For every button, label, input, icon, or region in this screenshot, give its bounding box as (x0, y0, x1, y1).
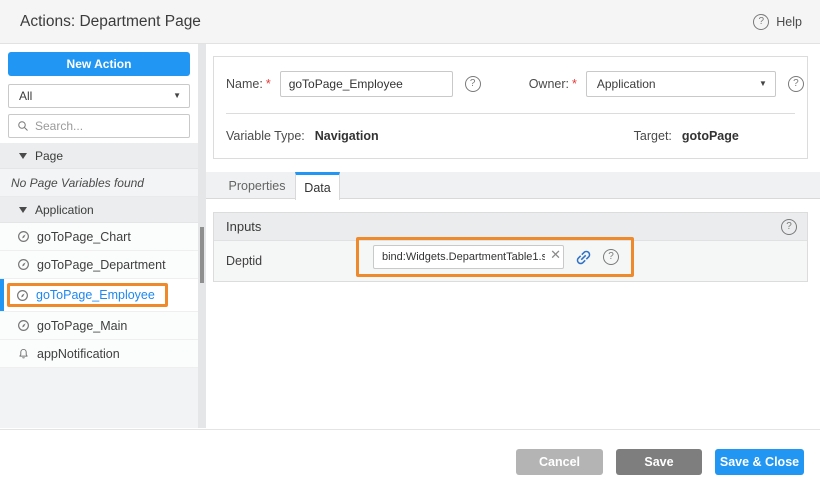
save-button[interactable]: Save (616, 449, 702, 475)
sidebar-divider (198, 44, 206, 428)
dialog-footer: Cancel Save Save & Close (0, 429, 820, 488)
tree-item-label: goToPage_Main (37, 319, 127, 333)
navigation-variable-icon (17, 319, 30, 332)
tree-item-gotopage-chart[interactable]: goToPage_Chart (0, 223, 198, 251)
tree-item-gotopage-main[interactable]: goToPage_Main (0, 312, 198, 340)
tab-data[interactable]: Data (295, 172, 340, 200)
search-box (8, 114, 190, 138)
inputs-help-icon[interactable]: ? (781, 219, 797, 235)
required-asterisk: * (266, 77, 271, 91)
tree-item-label: goToPage_Employee (36, 288, 155, 302)
tree-section-application[interactable]: Application (0, 197, 198, 223)
deptid-bind-input[interactable] (373, 245, 564, 269)
owner-select-value: Application (597, 77, 656, 91)
caret-down-icon: ▼ (759, 80, 767, 88)
inputs-body: Deptid ✕ ? (214, 241, 807, 282)
tab-properties[interactable]: Properties (218, 172, 296, 199)
tree-item-gotopage-department[interactable]: goToPage_Department (0, 251, 198, 279)
navigation-variable-icon (17, 230, 30, 243)
sidebar-controls: New Action All ▼ (0, 44, 198, 143)
sidebar-filler (0, 368, 198, 428)
owner-block: Owner: * Application ▼ ? (529, 71, 804, 97)
tree-section-page[interactable]: Page (0, 143, 198, 169)
variables-sidebar: New Action All ▼ Page No Page Variables … (0, 44, 198, 428)
page-empty-message: No Page Variables found (0, 169, 198, 197)
target-value: gotoPage (682, 129, 739, 143)
tree-item-label: goToPage_Department (37, 258, 166, 272)
tree-item-gotopage-employee[interactable]: goToPage_Employee (0, 279, 198, 312)
notification-variable-icon (17, 347, 30, 360)
footer-buttons: Cancel Save Save & Close (516, 449, 804, 475)
name-label: Name: (226, 77, 263, 91)
variable-type-label: Variable Type: (226, 129, 305, 143)
page-title: Actions: Department Page (20, 13, 201, 31)
navigation-variable-icon (17, 258, 30, 271)
form-divider (226, 113, 795, 114)
actions-dialog: Actions: Department Page ? Help New Acti… (0, 0, 820, 488)
name-help-icon[interactable]: ? (465, 76, 481, 92)
action-summary-panel: Name: * ? Owner: * Application ▼ ? Varia… (213, 56, 808, 159)
tab-strip: Properties Data (206, 172, 820, 199)
required-asterisk: * (572, 77, 577, 91)
deptid-help-icon[interactable]: ? (603, 249, 619, 265)
filter-dropdown[interactable]: All ▼ (8, 84, 190, 108)
search-input[interactable] (35, 119, 181, 133)
help-button[interactable]: ? Help (753, 14, 802, 30)
target-block: Target: gotoPage (634, 129, 739, 143)
caret-down-icon: ▼ (173, 92, 181, 100)
owner-select[interactable]: Application ▼ (586, 71, 776, 97)
bind-input-wrap: ✕ (373, 245, 564, 269)
name-input[interactable] (280, 71, 453, 97)
new-action-button[interactable]: New Action (8, 52, 190, 76)
variables-tree: Page No Page Variables found Application… (0, 143, 198, 368)
type-target-row: Variable Type: Navigation Target: gotoPa… (226, 123, 795, 149)
variable-type-value: Navigation (315, 129, 379, 143)
sidebar-scrollbar[interactable] (200, 227, 204, 283)
save-and-close-button[interactable]: Save & Close (715, 449, 804, 475)
owner-help-icon[interactable]: ? (788, 76, 804, 92)
tree-item-label: appNotification (37, 347, 120, 361)
tree-item-label: goToPage_Chart (37, 230, 131, 244)
help-circle-icon: ? (753, 14, 769, 30)
target-label: Target: (634, 129, 672, 143)
name-owner-row: Name: * ? Owner: * Application ▼ ? (226, 71, 795, 97)
navigation-variable-icon (16, 289, 29, 302)
tree-section-application-label: Application (35, 203, 94, 217)
deptid-field-label: Deptid (226, 254, 262, 268)
owner-label: Owner: (529, 77, 569, 91)
tree-item-appnotification[interactable]: appNotification (0, 340, 198, 368)
inputs-section-title: Inputs (226, 219, 261, 234)
collapse-triangle-icon (19, 207, 27, 213)
tree-section-page-label: Page (35, 149, 63, 163)
selected-item-highlight: goToPage_Employee (7, 283, 168, 307)
help-label: Help (776, 15, 802, 29)
close-x-icon[interactable]: ✕ (550, 249, 561, 262)
dialog-header: Actions: Department Page ? Help (0, 0, 820, 44)
selected-indicator-bar (0, 279, 4, 311)
search-icon (17, 120, 29, 132)
collapse-triangle-icon (19, 153, 27, 159)
inputs-panel: Inputs ? Deptid ✕ ? (213, 212, 808, 282)
bind-highlight-box: ✕ ? (356, 237, 634, 277)
filter-dropdown-value: All (19, 89, 32, 103)
cancel-button[interactable]: Cancel (516, 449, 603, 475)
link-icon[interactable] (574, 248, 593, 267)
